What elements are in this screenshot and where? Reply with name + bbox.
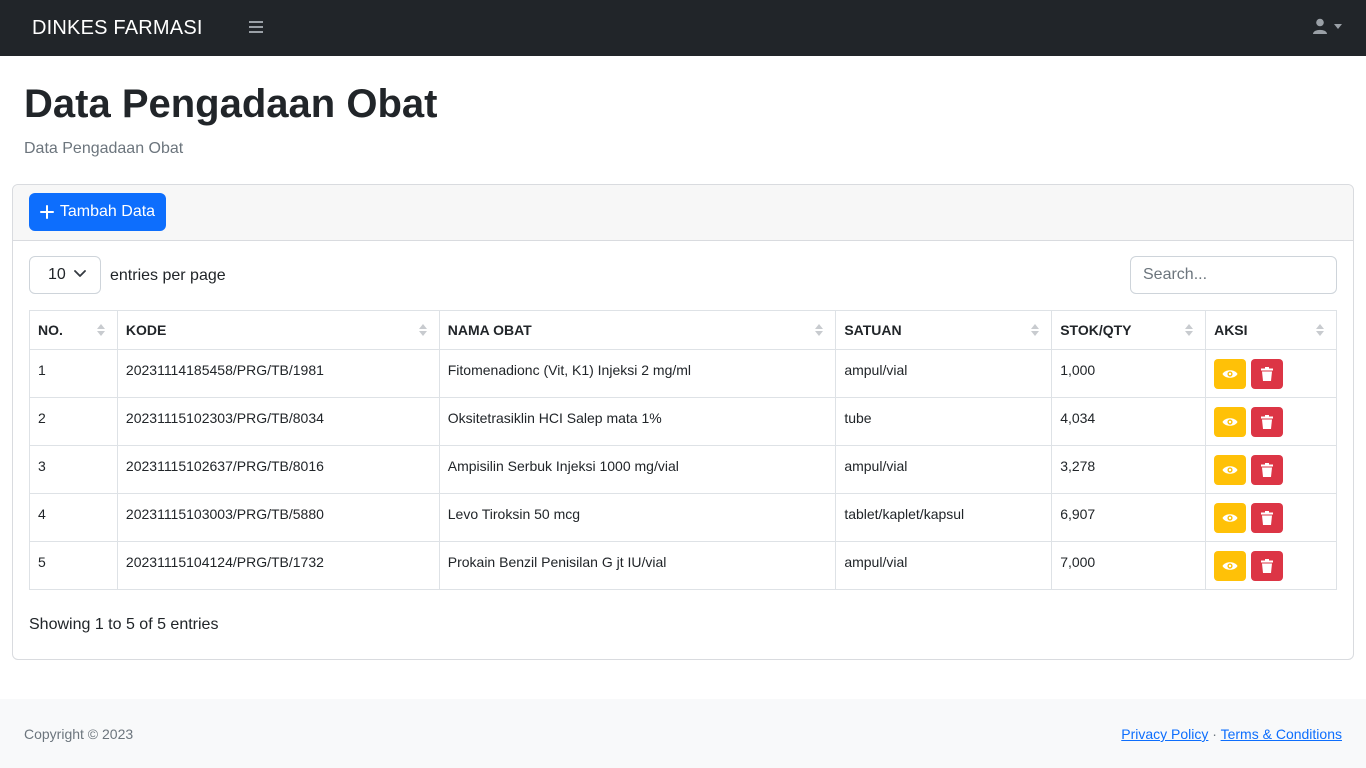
footer-separator: · [1212, 726, 1217, 742]
table-row: 1 20231114185458/PRG/TB/1981 Fitomenadio… [29, 349, 1337, 398]
cell-aksi [1205, 349, 1337, 398]
breadcrumb: Data Pengadaan Obat [24, 140, 184, 157]
table-row: 3 20231115102637/PRG/TB/8016 Ampisilin S… [29, 445, 1337, 494]
column-header-aksi[interactable]: AKSI [1205, 310, 1337, 350]
cell-no: 4 [29, 493, 118, 542]
chevron-down-icon [74, 270, 86, 277]
cell-kode: 20231115103003/PRG/TB/5880 [116, 493, 440, 542]
cell-kode: 20231114185458/PRG/TB/1981 [116, 349, 440, 398]
view-button[interactable] [1214, 454, 1247, 485]
trash-icon [1260, 366, 1273, 381]
cell-stok: 1,000 [1051, 349, 1207, 398]
privacy-policy-link[interactable]: Privacy Policy [1121, 726, 1208, 742]
caret-down-icon [1334, 23, 1342, 29]
cell-no: 3 [29, 445, 118, 494]
view-button[interactable] [1214, 502, 1247, 533]
column-header-nama-obat[interactable]: NAMA OBAT [438, 310, 837, 350]
cell-stok: 6,907 [1051, 493, 1207, 542]
sort-icon [1316, 324, 1324, 336]
cell-aksi [1205, 397, 1337, 446]
hamburger-icon[interactable] [249, 21, 263, 35]
top-navbar: DINKES FARMASI [0, 0, 1366, 56]
table-row: 5 20231115104124/PRG/TB/1732 Prokain Ben… [29, 541, 1337, 590]
cell-kode: 20231115104124/PRG/TB/1732 [116, 541, 440, 590]
page-footer: Copyright © 2023 Privacy Policy · Terms … [0, 699, 1366, 768]
delete-button[interactable] [1250, 502, 1283, 533]
delete-button[interactable] [1250, 454, 1283, 485]
cell-nama-obat: Fitomenadionc (Vit, K1) Injeksi 2 mg/ml [438, 349, 837, 398]
card-header: Tambah Data [13, 185, 1353, 241]
search-input[interactable] [1130, 256, 1337, 294]
add-data-button[interactable]: Tambah Data [29, 193, 166, 231]
cell-satuan: ampul/vial [835, 445, 1053, 494]
entries-per-page-label: entries per page [110, 267, 226, 284]
cell-aksi [1205, 493, 1337, 542]
view-button[interactable] [1214, 358, 1247, 389]
table-info-text: Showing 1 to 5 of 5 entries [29, 616, 219, 633]
user-menu-dropdown[interactable] [1312, 18, 1342, 34]
cell-no: 5 [29, 541, 118, 590]
delete-button[interactable] [1250, 358, 1283, 389]
terms-conditions-link[interactable]: Terms & Conditions [1221, 726, 1342, 742]
sort-icon [1031, 324, 1040, 336]
table-row: 4 20231115103003/PRG/TB/5880 Levo Tiroks… [29, 493, 1337, 542]
cell-nama-obat: Prokain Benzil Penisilan G jt IU/vial [438, 541, 837, 590]
data-card: Tambah Data 10 entries per page NO. KODE… [12, 184, 1354, 660]
cell-nama-obat: Oksitetrasiklin HCI Salep mata 1% [438, 397, 837, 446]
sort-icon [815, 324, 824, 336]
eye-icon [1222, 561, 1238, 570]
trash-icon [1260, 510, 1273, 525]
eye-icon [1222, 417, 1238, 426]
table-row: 2 20231115102303/PRG/TB/8034 Oksitetrasi… [29, 397, 1337, 446]
cell-nama-obat: Ampisilin Serbuk Injeksi 1000 mg/vial [438, 445, 837, 494]
cell-no: 2 [29, 397, 118, 446]
column-header-satuan[interactable]: SATUAN [835, 310, 1053, 350]
copyright-text: Copyright © 2023 [24, 726, 134, 742]
add-data-label: Tambah Data [59, 203, 156, 220]
cell-kode: 20231115102637/PRG/TB/8016 [116, 445, 440, 494]
per-page-value: 10 [48, 266, 66, 283]
view-button[interactable] [1214, 550, 1247, 581]
eye-icon [1222, 369, 1238, 378]
delete-button[interactable] [1250, 550, 1283, 581]
cell-satuan: ampul/vial [835, 541, 1053, 590]
cell-satuan: ampul/vial [835, 349, 1053, 398]
column-header-no[interactable]: NO. [29, 310, 118, 350]
brand-title[interactable]: DINKES FARMASI [32, 17, 203, 40]
cell-kode: 20231115102303/PRG/TB/8034 [116, 397, 440, 446]
user-icon [1313, 18, 1327, 34]
sort-icon [1185, 324, 1194, 336]
cell-stok: 7,000 [1051, 541, 1207, 590]
page-title: Data Pengadaan Obat [24, 82, 438, 126]
cell-no: 1 [29, 349, 118, 398]
cell-stok: 3,278 [1051, 445, 1207, 494]
table-header-row: NO. KODE NAMA OBAT SATUAN STOK/QTY AKSI [29, 310, 1337, 350]
trash-icon [1260, 558, 1273, 573]
cell-satuan: tablet/kaplet/kapsul [835, 493, 1053, 542]
column-header-stok-qty[interactable]: STOK/QTY [1051, 310, 1207, 350]
entries-per-page-select[interactable]: 10 [29, 256, 101, 294]
trash-icon [1260, 414, 1273, 429]
cell-nama-obat: Levo Tiroksin 50 mcg [438, 493, 837, 542]
cell-aksi [1205, 445, 1337, 494]
column-header-kode[interactable]: KODE [116, 310, 440, 350]
cell-satuan: tube [835, 397, 1053, 446]
drug-procurement-table: NO. KODE NAMA OBAT SATUAN STOK/QTY AKSI … [29, 310, 1337, 590]
sort-icon [96, 324, 105, 336]
eye-icon [1222, 465, 1238, 474]
cell-aksi [1205, 541, 1337, 590]
sort-icon [418, 324, 427, 336]
cell-stok: 4,034 [1051, 397, 1207, 446]
trash-icon [1260, 462, 1273, 477]
view-button[interactable] [1214, 406, 1247, 437]
delete-button[interactable] [1250, 406, 1283, 437]
footer-links: Privacy Policy · Terms & Conditions [1121, 726, 1342, 742]
eye-icon [1222, 513, 1238, 522]
plus-icon [39, 205, 54, 219]
